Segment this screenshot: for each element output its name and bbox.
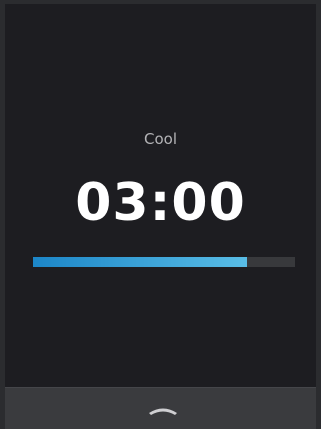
device-frame: Cool 03:00 xyxy=(0,0,321,429)
expand-button[interactable] xyxy=(145,400,181,418)
chevron-up-icon xyxy=(149,408,177,415)
mode-label: Cool xyxy=(144,130,177,148)
bottom-bar xyxy=(5,387,316,429)
timer-display: 03:00 xyxy=(75,173,246,233)
display-screen: Cool 03:00 xyxy=(5,4,316,387)
progress-bar xyxy=(33,257,295,267)
progress-fill xyxy=(33,257,247,267)
